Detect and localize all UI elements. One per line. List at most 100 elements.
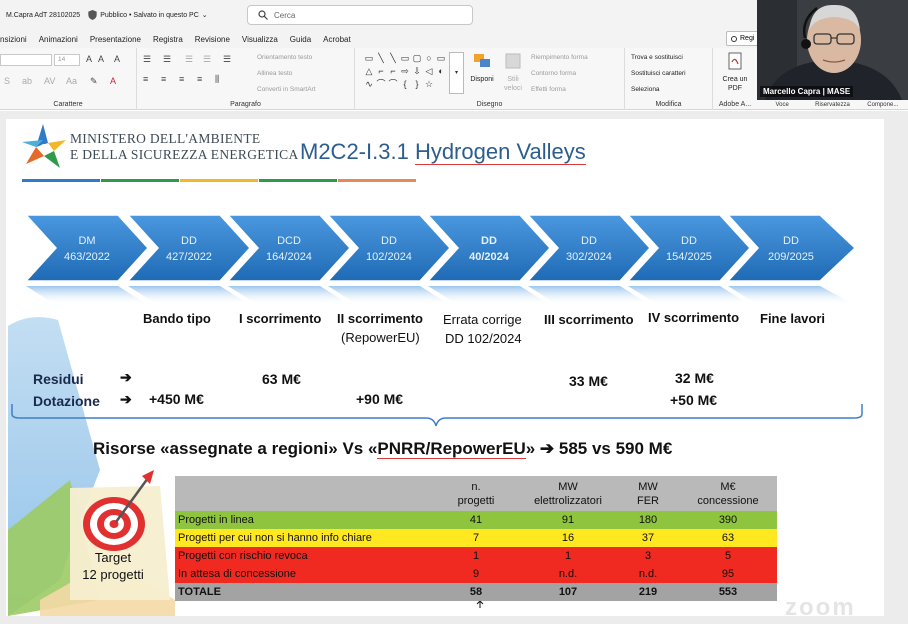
- stili-rapidi-button[interactable]: Stili veloci: [499, 52, 527, 93]
- header-mw-fer-l1: MW: [638, 480, 658, 493]
- tab-registra[interactable]: Registra: [147, 35, 189, 44]
- shape-oval-icon[interactable]: ○: [423, 52, 435, 65]
- disponi-button[interactable]: Disponi: [467, 52, 497, 84]
- shape-half-icon[interactable]: ◐: [435, 65, 447, 78]
- shape-elbow2-icon[interactable]: ⌐: [387, 65, 399, 78]
- slide-title: M2C2-I.3.1 Hydrogen Valleys: [300, 139, 586, 165]
- indent-icon[interactable]: ☰: [185, 54, 193, 65]
- shape-star-icon[interactable]: ☆: [423, 78, 435, 91]
- search-input[interactable]: [274, 10, 454, 20]
- arrow-label-8: DD 209/2025: [736, 233, 846, 265]
- converti-smartart[interactable]: Converti in SmartArt: [257, 86, 316, 93]
- header-conc-l2: concessione: [697, 494, 759, 507]
- shape-curve-icon[interactable]: ∿: [363, 78, 375, 91]
- shrink-font-icon[interactable]: A: [98, 54, 104, 64]
- shape-rect2-icon[interactable]: ▭: [399, 52, 411, 65]
- title-prefix: M2C2-I.3.1: [300, 139, 415, 164]
- tab-guida[interactable]: Guida: [284, 35, 317, 44]
- crea-pdf-label: Crea un PDF: [722, 76, 748, 92]
- group-modifica: Trova e sostituisci Sostituisci caratter…: [625, 48, 713, 110]
- pdf-icon: [728, 52, 742, 70]
- spacing-icon[interactable]: ab: [22, 76, 32, 86]
- shape-triangle-icon[interactable]: △: [363, 65, 375, 78]
- tab-animazioni[interactable]: Animazioni: [33, 35, 84, 44]
- record-icon: [731, 35, 737, 42]
- orientamento-testo[interactable]: Orientamento testo: [257, 54, 312, 61]
- tail-voce[interactable]: Voce: [757, 102, 807, 108]
- shapes-scroll[interactable]: ▾: [449, 52, 464, 94]
- effetti-forma[interactable]: Effetti forma: [531, 86, 566, 93]
- align-center-icon[interactable]: ≡: [161, 74, 166, 84]
- shape-brace2-icon[interactable]: }: [411, 78, 423, 91]
- shape-brace-icon[interactable]: {: [399, 78, 411, 91]
- bullets-icon[interactable]: ☰: [143, 54, 151, 65]
- arrow-4-line1: DD: [381, 235, 397, 247]
- arrow-label-7: DD 154/2025: [634, 233, 744, 265]
- tail-componenti[interactable]: Compone...: [858, 102, 908, 108]
- shape-arrow-down-icon[interactable]: ⇩: [411, 65, 423, 78]
- font-color-icon[interactable]: A: [110, 76, 116, 86]
- sostituisci-caratteri[interactable]: Sostituisci caratteri: [631, 70, 686, 77]
- milestone-bando: Bando tipo: [143, 311, 211, 326]
- table-row: Progetti con rischio revoca 1 1 3 5: [175, 547, 777, 565]
- columns-icon[interactable]: ⫼: [215, 74, 219, 85]
- tab-visualizza[interactable]: Visualizza: [236, 35, 284, 44]
- header-mw-elettro-l1: MW: [558, 480, 578, 493]
- chevron-down-icon[interactable]: ⌄: [202, 11, 208, 19]
- strike-icon[interactable]: S: [4, 76, 10, 86]
- cell-concessione: 63: [679, 529, 777, 547]
- tab-presentazione[interactable]: Presentazione: [84, 35, 147, 44]
- cell-mw-elettro: 91: [519, 511, 617, 529]
- char-spacing-icon[interactable]: AV: [44, 76, 55, 86]
- case-icon[interactable]: Aa: [66, 76, 77, 86]
- shape-line-icon[interactable]: ╲: [375, 52, 387, 65]
- shape-blank-icon[interactable]: [435, 78, 447, 91]
- arrow-8-line1: DD: [783, 235, 799, 247]
- crea-pdf-button[interactable]: Crea un PDF: [719, 52, 751, 93]
- record-button[interactable]: Regi: [726, 31, 760, 46]
- allinea-testo[interactable]: Allinea testo: [257, 70, 292, 77]
- seleziona[interactable]: Seleziona: [631, 86, 660, 93]
- align-right-icon[interactable]: ≡: [179, 74, 184, 84]
- justify-icon[interactable]: ≡: [197, 74, 202, 84]
- ministry-line1: MINISTERO DELL'AMBIENTE: [70, 131, 261, 146]
- shape-elbow-icon[interactable]: ⌐: [375, 65, 387, 78]
- header-cell-concessione: M€ concessione: [679, 476, 777, 511]
- cell-progetti: 41: [433, 511, 519, 529]
- arrow-3-line2: 164/2024: [266, 251, 312, 263]
- align-left-icon[interactable]: ≡: [143, 74, 148, 84]
- font-name-box[interactable]: [0, 54, 52, 66]
- target-text: Target 12 progetti: [76, 549, 150, 583]
- shape-arc-icon[interactable]: ⌒: [375, 78, 387, 91]
- cell-mw-fer: 180: [617, 511, 679, 529]
- tab-transizioni[interactable]: nsizioni: [0, 35, 33, 44]
- shape-more-icon[interactable]: ▭: [435, 52, 447, 65]
- numbering-icon[interactable]: ☰: [163, 54, 171, 65]
- riempimento-forma[interactable]: Riempimento forma: [531, 54, 588, 61]
- shape-arc2-icon[interactable]: ⌒: [387, 78, 399, 91]
- grow-font-icon[interactable]: A: [86, 54, 92, 64]
- trova-sostituisci[interactable]: Trova e sostituisci: [631, 54, 683, 61]
- shield-icon: [88, 10, 97, 20]
- clear-format-icon[interactable]: A: [114, 54, 120, 64]
- tail-riservatezza[interactable]: Riservatezza: [807, 102, 857, 108]
- quick-styles-icon: [505, 53, 521, 69]
- save-status[interactable]: Pubblico • Salvato in questo PC: [100, 12, 199, 19]
- line-spacing-icon[interactable]: ☰: [223, 54, 231, 65]
- tab-acrobat[interactable]: Acrobat: [317, 35, 357, 44]
- dotazione-90: +90 M€: [356, 391, 404, 407]
- font-size-box[interactable]: 14: [54, 54, 80, 66]
- search-box[interactable]: [247, 5, 473, 25]
- tab-revisione[interactable]: Revisione: [189, 35, 236, 44]
- shape-round-rect-icon[interactable]: ▢: [411, 52, 423, 65]
- outdent-icon[interactable]: ☰: [203, 54, 211, 65]
- shape-arrow-right-icon[interactable]: ⇨: [399, 65, 411, 78]
- highlight-icon[interactable]: ✎: [90, 76, 98, 87]
- cell-mw-elettro: 107: [519, 583, 617, 601]
- contorno-forma[interactable]: Contorno forma: [531, 70, 576, 77]
- shape-line2-icon[interactable]: ╲: [387, 52, 399, 65]
- shape-chevron-icon[interactable]: ◁: [423, 65, 435, 78]
- arrow-7-line2: 154/2025: [666, 251, 712, 263]
- shapes-gallery[interactable]: ▭ ╲ ╲ ▭ ▢ ○ ▭ △ ⌐ ⌐ ⇨ ⇩ ◁ ◐ ∿ ⌒ ⌒ { } ☆: [363, 52, 447, 94]
- shape-rect-icon[interactable]: ▭: [363, 52, 375, 65]
